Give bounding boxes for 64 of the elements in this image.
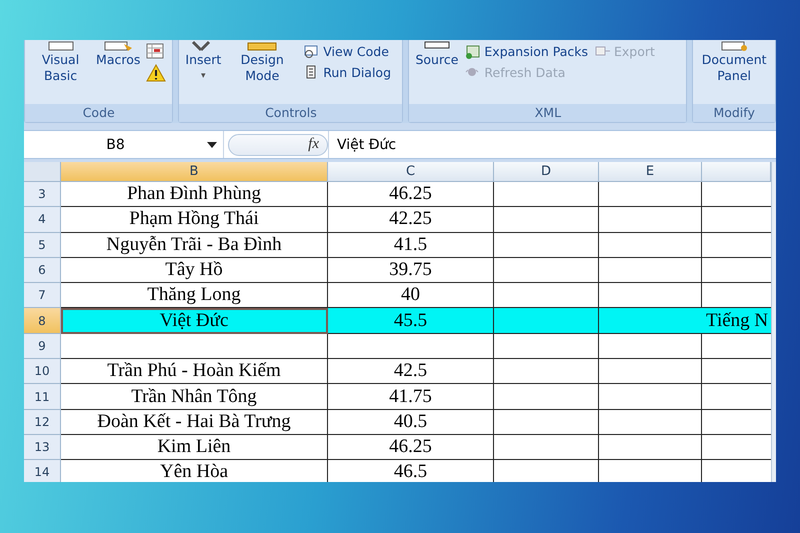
grid-icon (146, 43, 164, 59)
group-label: Controls (179, 104, 402, 122)
ribbon-command[interactable]: View Code (303, 43, 392, 59)
ribbon-command[interactable]: Expansion Packs (464, 43, 588, 59)
row-header[interactable]: 12 (24, 410, 61, 435)
table-cell: Trần Nhân Tông (61, 384, 328, 410)
row-header[interactable]: 7 (24, 283, 61, 308)
table-cell: Phạm Hồng Thái (61, 207, 328, 233)
toolbar-icon (102, 40, 134, 52)
row-header[interactable]: 11 (24, 384, 61, 410)
dropdown-caret-icon (207, 142, 217, 148)
function-button[interactable]: fx (228, 134, 328, 156)
ribbon-command[interactable]: Run Dialog (303, 64, 392, 80)
table-cell: 46.25 (328, 182, 494, 208)
row-header[interactable]: 14 (24, 460, 61, 482)
table-cell: Tiếng N (702, 308, 771, 334)
group-label: Code (25, 104, 172, 122)
table-cell: Thăng Long (61, 283, 328, 308)
ribbon-button[interactable]: Document Panel (699, 40, 769, 84)
table-cell: 39.75 (328, 258, 494, 284)
row-header[interactable]: 5 (24, 232, 61, 258)
row-header[interactable]: 10 (24, 359, 61, 384)
scrollbar[interactable] (771, 162, 776, 482)
table-cell (702, 410, 771, 435)
row-header[interactable]: 13 (24, 434, 61, 460)
column-header[interactable]: B (61, 162, 328, 182)
row-header[interactable]: 3 (24, 182, 61, 208)
row-header[interactable]: 8 (24, 308, 61, 334)
table-cell (702, 232, 771, 258)
ribbon-button[interactable]: Source (415, 40, 458, 68)
table-cell: Đoàn Kết - Hai Bà Trưng (61, 410, 328, 435)
table-cell: 40 (328, 283, 494, 308)
column-header[interactable]: D (494, 162, 599, 182)
caret-icon: ▾ (201, 68, 206, 84)
column-header[interactable]: C (328, 162, 494, 182)
name-box[interactable]: B8 (24, 131, 224, 158)
table-cell: Việt Đức (61, 308, 328, 334)
column-header[interactable]: E (599, 162, 702, 182)
row-header[interactable]: 9 (24, 334, 61, 360)
table-cell: Nguyễn Trãi - Ba Đình (61, 232, 328, 258)
ruler-icon (246, 40, 278, 52)
table-cell: 41.5 (328, 232, 494, 258)
table-cell: 46.25 (328, 434, 494, 460)
table-cell: Trần Phú - Hoàn Kiếm (61, 359, 328, 384)
row-header[interactable]: 4 (24, 207, 61, 233)
table-cell: 45.5 (328, 308, 494, 334)
formula-field[interactable]: Việt Đức (328, 131, 776, 158)
warning-icon (146, 64, 166, 82)
row-header[interactable]: 6 (24, 258, 61, 284)
ribbon-button[interactable]: Macros (96, 40, 140, 68)
group-label: XML (409, 104, 686, 122)
ribbon-button[interactable]: Design Mode (227, 40, 298, 84)
group-label: Modify (693, 104, 775, 122)
column-header[interactable] (702, 162, 771, 182)
table-cell: 41.75 (328, 384, 494, 410)
table-cell: 42.5 (328, 359, 494, 384)
table-cell: Tây Hồ (61, 258, 328, 284)
table-cell: Kim Liên (61, 434, 328, 460)
table-cell: Phan Đình Phùng (61, 182, 328, 208)
select-all-corner[interactable] (24, 162, 61, 182)
table-cell: 40.5 (328, 410, 494, 435)
ribbon-button[interactable]: Insert ▾ (185, 40, 222, 84)
ribbon-button[interactable]: Visual Basic (31, 40, 90, 84)
table-cell: 42.25 (328, 207, 494, 233)
